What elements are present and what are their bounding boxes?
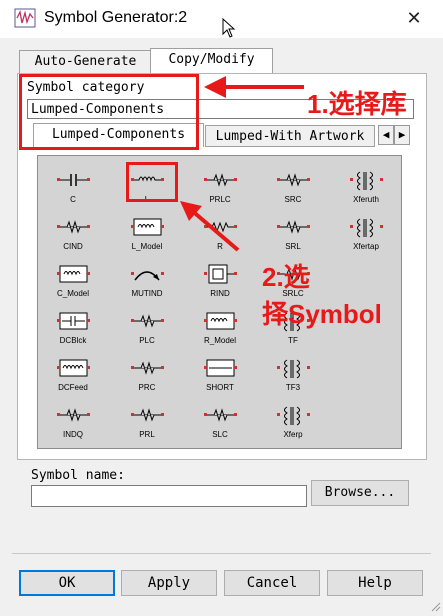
- symbol-cell-src[interactable]: SRC: [263, 165, 323, 211]
- close-icon[interactable]: ✕: [402, 5, 426, 31]
- symbol-cell-cind[interactable]: CIND: [43, 212, 103, 258]
- symbol-cell-prc[interactable]: PRC: [117, 353, 177, 399]
- symbol-label: L_Model: [131, 242, 163, 251]
- annotation-step-2-line2: 择Symbol: [262, 299, 382, 329]
- model-box-icon: [131, 218, 164, 236]
- prlc-icon: [204, 173, 237, 187]
- symbol-cell-xferp[interactable]: Xferp: [263, 400, 323, 446]
- symbol-label: C: [70, 195, 76, 204]
- symbol-cell-short[interactable]: SHORT: [190, 353, 250, 399]
- symbol-cell-l-model[interactable]: L_Model: [117, 212, 177, 258]
- rind-icon: [204, 264, 237, 284]
- ok-button[interactable]: OK: [19, 570, 115, 596]
- symbol-cell-srl[interactable]: SRL: [263, 212, 323, 258]
- tab-scroll-left-icon[interactable]: ◀: [378, 125, 394, 145]
- app-icon: [14, 8, 36, 28]
- symbol-label: TF3: [285, 383, 301, 392]
- mutual-inductor-icon: [131, 271, 164, 281]
- srl-icon: [277, 220, 310, 234]
- indq-icon: [57, 408, 90, 422]
- annotation-arrow-1: [200, 72, 310, 106]
- symbol-label: DCBlck: [59, 336, 87, 345]
- transformer-icon: [277, 359, 310, 379]
- symbol-cell-empty-29: [336, 400, 396, 446]
- symbol-cell-dcfeed[interactable]: DCFeed: [43, 353, 103, 399]
- symbol-name-label: Symbol name:: [31, 468, 125, 483]
- tab-scroll-right-icon[interactable]: ▶: [394, 125, 410, 145]
- capacitor-icon: [57, 174, 90, 186]
- symbol-label: INDQ: [63, 430, 83, 439]
- symbol-label: Xferuth: [353, 195, 379, 204]
- cind-icon: [57, 220, 90, 234]
- symbol-label: PRL: [139, 430, 155, 439]
- symbol-label: SRL: [285, 242, 301, 251]
- dcblock-icon: [57, 312, 90, 330]
- symbol-cell-rind[interactable]: RIND: [190, 259, 250, 305]
- symbol-cell-indq[interactable]: INDQ: [43, 400, 103, 446]
- transformer-icon: [277, 406, 310, 426]
- model-box-icon: [204, 312, 237, 330]
- plc-icon: [131, 314, 164, 328]
- symbol-label: SRC: [284, 195, 302, 204]
- transformer-icon: [350, 171, 383, 191]
- symbol-label: SHORT: [206, 383, 234, 392]
- annotation-box-symbol-l: [126, 162, 178, 202]
- symbol-label: TF: [288, 336, 298, 345]
- window-title: Symbol Generator:2: [44, 9, 188, 26]
- prc-icon: [131, 361, 164, 375]
- symbol-cell-r-model[interactable]: R_Model: [190, 306, 250, 352]
- symbol-cell-tf3[interactable]: TF3: [263, 353, 323, 399]
- prl-icon: [131, 408, 164, 422]
- symbol-cell-prl[interactable]: PRL: [117, 400, 177, 446]
- mouse-cursor-icon: [222, 17, 236, 42]
- divider: [12, 553, 431, 554]
- apply-button[interactable]: Apply: [121, 570, 217, 596]
- annotation-box-category: [19, 74, 199, 150]
- symbol-cell-mutind[interactable]: MUTIND: [117, 259, 177, 305]
- annotation-arrow-2: [176, 198, 246, 262]
- subtab-lumped-with-artwork[interactable]: Lumped-With Artwork: [205, 125, 375, 147]
- symbol-cell-dcblck[interactable]: DCBlck: [43, 306, 103, 352]
- symbol-label: C_Model: [56, 289, 89, 298]
- symbol-cell-empty-24: [336, 353, 396, 399]
- symbol-label: Xfertap: [353, 242, 379, 251]
- symbol-label: Xferp: [283, 430, 303, 439]
- annotation-step-1: 1.选择库: [307, 89, 407, 119]
- transformer-icon: [350, 218, 383, 238]
- symbol-label: R_Model: [203, 336, 236, 345]
- symbol-label: RIND: [210, 289, 230, 298]
- slc-icon: [204, 408, 237, 422]
- browse-button[interactable]: Browse...: [311, 480, 409, 506]
- cancel-button[interactable]: Cancel: [224, 570, 320, 596]
- help-button[interactable]: Help: [327, 570, 423, 596]
- symbol-label: PLC: [139, 336, 155, 345]
- src-icon: [277, 173, 310, 187]
- symbol-label: DCFeed: [58, 383, 88, 392]
- tab-auto-generate[interactable]: Auto-Generate: [19, 50, 152, 73]
- symbol-label: MUTIND: [131, 289, 163, 298]
- symbol-label: SLC: [212, 430, 228, 439]
- symbol-cell-plc[interactable]: PLC: [117, 306, 177, 352]
- symbol-cell-c[interactable]: C: [43, 165, 103, 211]
- symbol-label: PRC: [138, 383, 156, 392]
- model-box-icon: [57, 265, 90, 283]
- tab-copy-modify[interactable]: Copy/Modify: [150, 48, 273, 73]
- dcfeed-icon: [57, 359, 90, 377]
- symbol-cell-xferuth[interactable]: Xferuth: [336, 165, 396, 211]
- symbol-label: CIND: [63, 242, 83, 251]
- annotation-step-2-line1: 2.选: [262, 262, 310, 292]
- symbol-cell-xfertap[interactable]: Xfertap: [336, 212, 396, 258]
- short-icon: [204, 359, 237, 377]
- resize-grip-icon[interactable]: [429, 600, 441, 612]
- symbol-cell-slc[interactable]: SLC: [190, 400, 250, 446]
- symbol-name-input[interactable]: [31, 485, 307, 507]
- symbol-cell-c-model[interactable]: C_Model: [43, 259, 103, 305]
